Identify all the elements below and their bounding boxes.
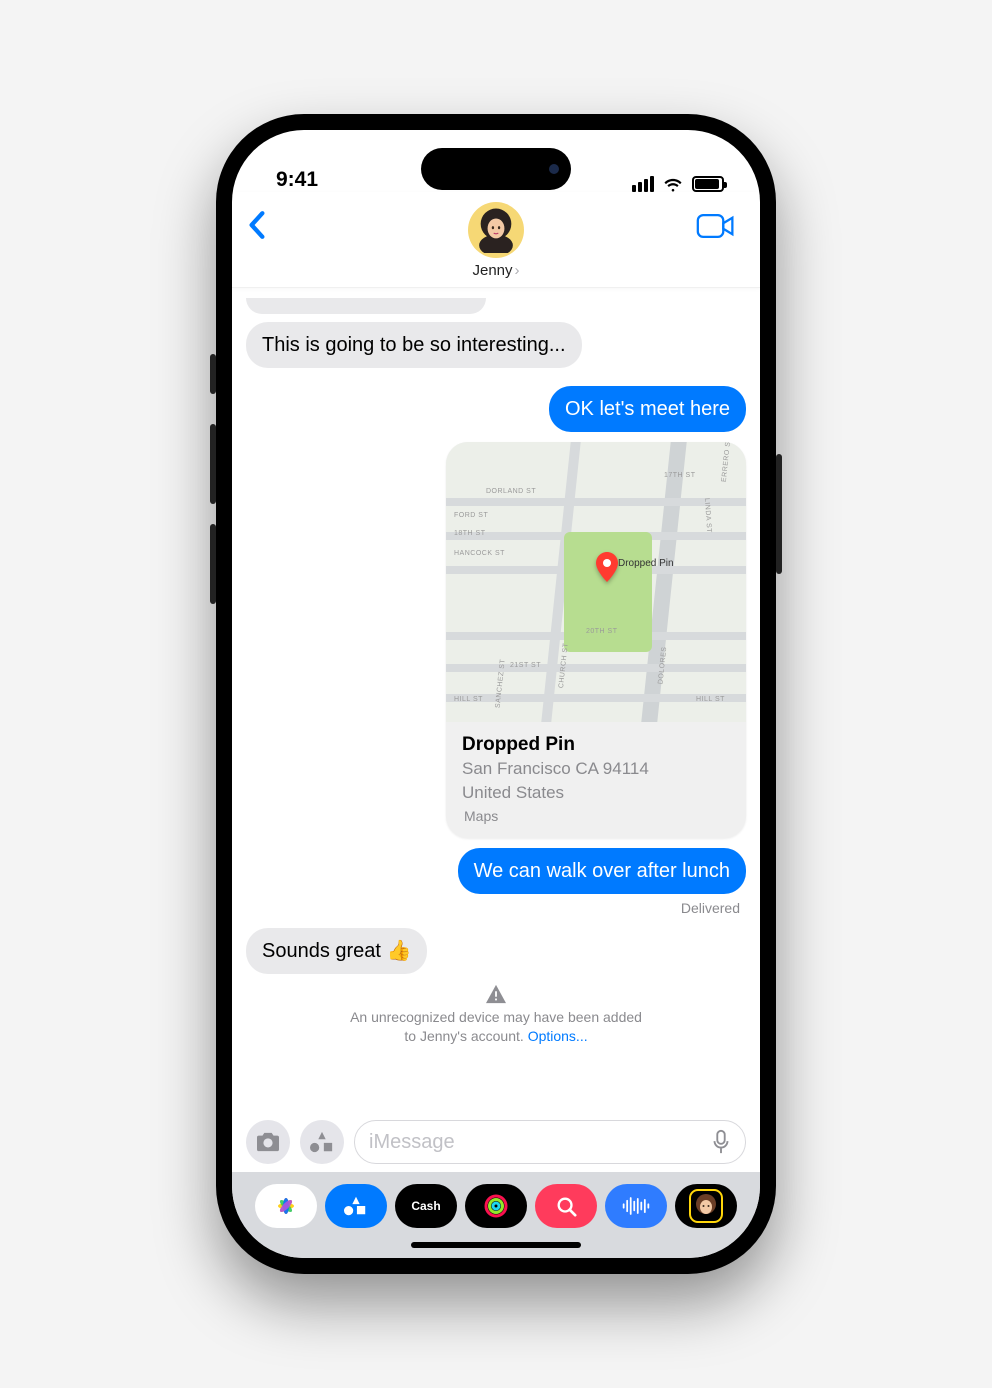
map-preview: DORLAND ST FORD ST 18TH ST HANCOCK ST 17… [446, 442, 746, 722]
street-label: 17TH ST [664, 472, 696, 479]
contact-name: Jenny [472, 262, 512, 279]
street-label: HILL ST [696, 696, 725, 703]
camera-button[interactable] [246, 1120, 290, 1164]
location-source: Maps [462, 808, 730, 824]
conversation-scroll[interactable]: This is going to be so interesting... OK… [232, 288, 760, 1120]
volume-up-button [210, 424, 216, 504]
app-music[interactable] [535, 1184, 597, 1228]
wifi-icon [662, 176, 684, 192]
location-address-1: San Francisco CA 94114 [462, 758, 730, 780]
warning-icon [485, 984, 507, 1004]
delivery-status: Delivered [681, 900, 740, 916]
location-title: Dropped Pin [462, 734, 730, 756]
chevron-right-icon: › [515, 262, 520, 279]
compose-bar: iMessage [232, 1120, 760, 1172]
back-button[interactable] [246, 210, 268, 245]
map-pin-icon [596, 552, 618, 587]
alert-text-1: An unrecognized device may have been add… [350, 1009, 642, 1025]
message-outgoing[interactable]: OK let's meet here [549, 386, 746, 432]
power-button [776, 454, 782, 574]
dictate-icon[interactable] [711, 1129, 731, 1155]
volume-down-button [210, 524, 216, 604]
battery-icon [692, 176, 724, 192]
message-incoming[interactable]: This is going to be so interesting... [246, 322, 582, 368]
street-label: 21ST ST [510, 662, 541, 669]
message-incoming[interactable]: Sounds great 👍 [246, 928, 427, 974]
street-label: ERRERO ST [721, 442, 733, 482]
street-label: HILL ST [454, 696, 483, 703]
iphone-frame: 9:41 Jenny › Th [216, 114, 776, 1274]
app-memoji[interactable] [675, 1184, 737, 1228]
screen: 9:41 Jenny › Th [232, 130, 760, 1258]
app-photos[interactable] [255, 1184, 317, 1228]
status-right [632, 176, 724, 192]
alert-text-2: to Jenny's account. [404, 1028, 527, 1044]
contact-avatar[interactable] [468, 202, 524, 258]
app-apple-cash[interactable]: Cash [395, 1184, 457, 1228]
message-outgoing[interactable]: We can walk over after lunch [458, 848, 746, 894]
app-audio-messages[interactable] [605, 1184, 667, 1228]
street-label: 20TH ST [586, 628, 618, 635]
street-label: 18TH ST [454, 530, 486, 537]
location-address-2: United States [462, 782, 730, 804]
previous-bubble-peek [246, 298, 486, 314]
facetime-button[interactable] [696, 212, 736, 245]
location-attachment[interactable]: DORLAND ST FORD ST 18TH ST HANCOCK ST 17… [446, 442, 746, 838]
app-store[interactable] [325, 1184, 387, 1228]
street-label: FORD ST [454, 512, 488, 519]
status-time: 9:41 [276, 168, 318, 192]
apps-button[interactable] [300, 1120, 344, 1164]
security-alert: An unrecognized device may have been add… [286, 984, 706, 1046]
street-label: HANCOCK ST [454, 550, 505, 557]
home-indicator[interactable] [411, 1242, 581, 1248]
location-details: Dropped Pin San Francisco CA 94114 Unite… [446, 722, 746, 838]
message-input[interactable]: iMessage [354, 1120, 746, 1164]
input-placeholder: iMessage [369, 1131, 455, 1154]
mute-switch [210, 354, 216, 394]
alert-options-link[interactable]: Options... [528, 1028, 588, 1044]
map-pin-label: Dropped Pin [618, 558, 674, 569]
app-fitness[interactable] [465, 1184, 527, 1228]
street-label: DORLAND ST [486, 488, 536, 495]
cellular-icon [632, 176, 654, 192]
contact-name-row[interactable]: Jenny › [472, 262, 519, 279]
dynamic-island [421, 148, 571, 190]
conversation-header: Jenny › [232, 192, 760, 288]
